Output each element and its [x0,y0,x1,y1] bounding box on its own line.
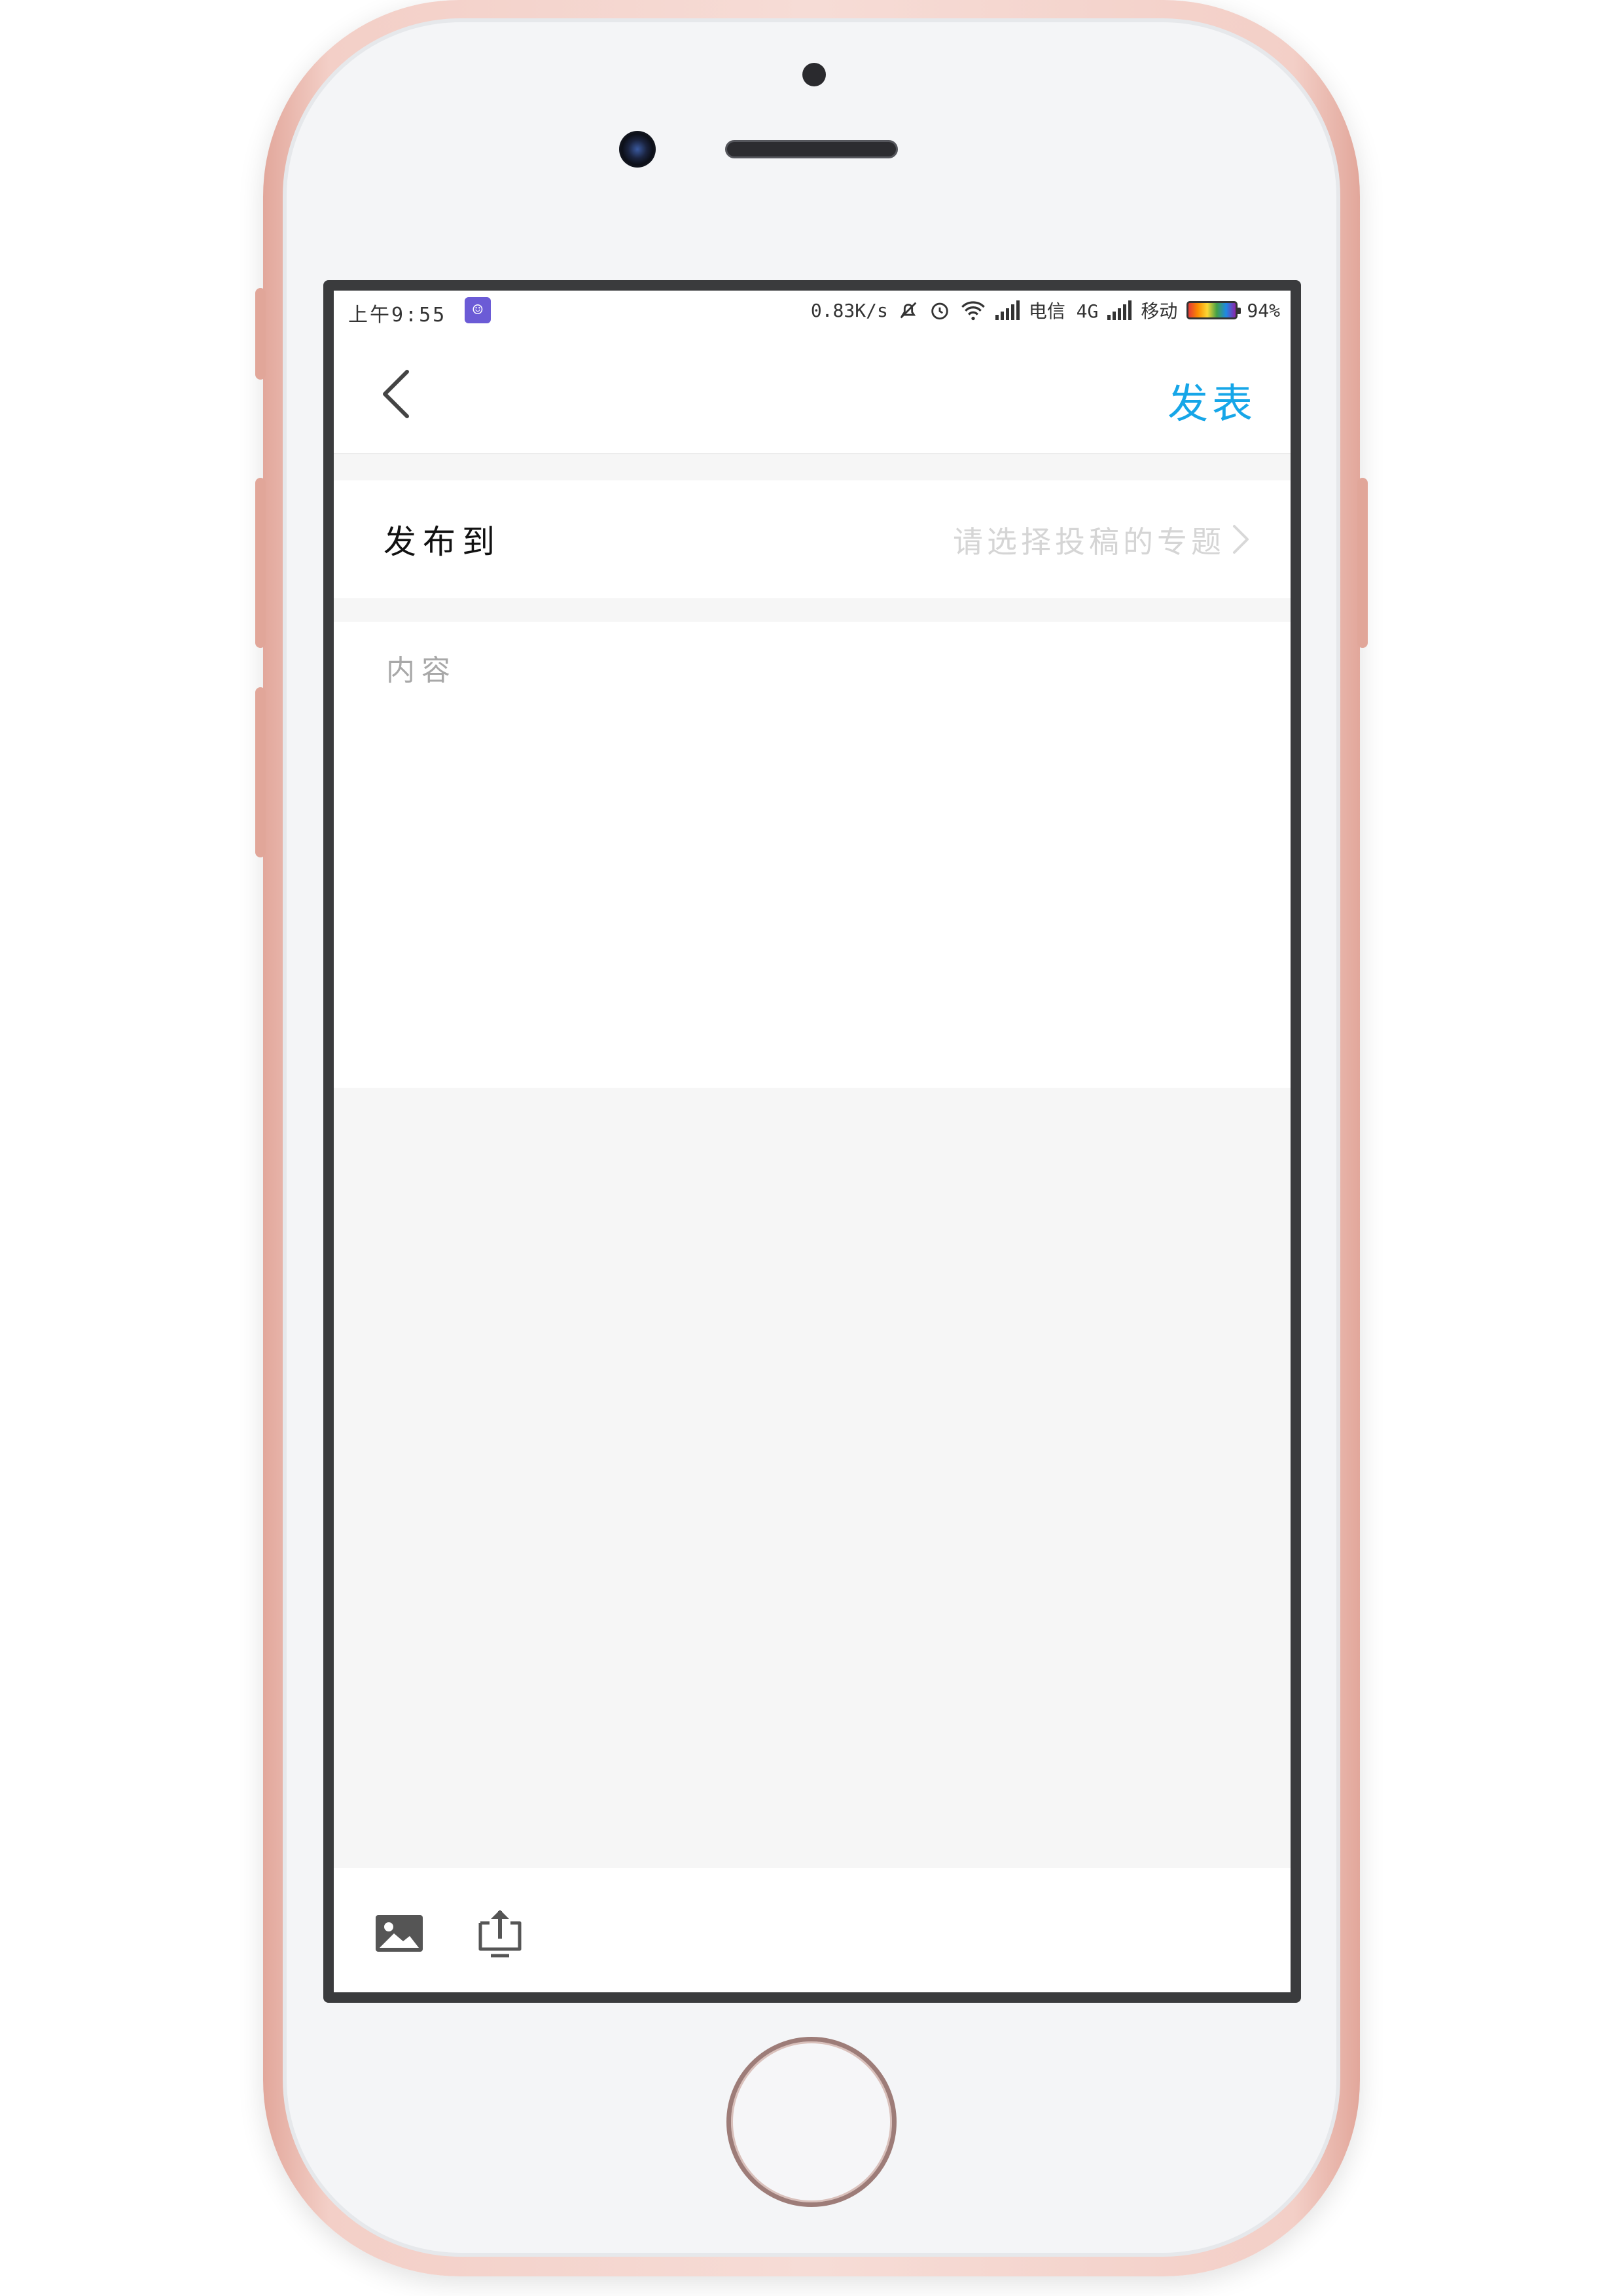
app-screen: 上午9:55 ☺ 0.83K/s 电信 4G 移动 94% 发表 发布到 请选择… [334,291,1291,1992]
battery-percent: 94% [1247,299,1280,321]
signal-icon [995,300,1020,320]
battery-icon [1186,301,1241,319]
mute-switch [255,288,266,380]
proximity-sensor [802,63,826,86]
topic-placeholder: 请选择投稿的专题 [953,524,1225,560]
volume-down-button [255,687,266,857]
status-right: 0.83K/s 电信 4G 移动 94% [811,297,1280,323]
volume-up-button [255,478,266,648]
qq-notification-icon: ☺ [465,297,491,323]
earpiece-speaker [725,140,898,158]
navigation-bar: 发表 [334,329,1291,454]
publish-button[interactable]: 发表 [1168,370,1257,429]
chevron-right-icon [1233,525,1249,554]
publish-to-row[interactable]: 发布到 请选择投稿的专题 [334,480,1291,598]
image-icon[interactable] [373,1907,425,1960]
status-time: 上午9:55 [348,304,447,327]
bell-off-icon [900,302,917,319]
home-button[interactable] [726,2037,897,2207]
net-speed: 0.83K/s [810,299,888,321]
wifi-icon [961,301,985,321]
carrier-2: 移动 [1141,300,1178,322]
power-button [1357,478,1368,648]
carrier-1: 电信 4G [1028,300,1099,322]
chevron-left-icon[interactable] [373,368,419,420]
editor-toolbar [334,1868,1291,1992]
alarm-icon [931,302,948,320]
publish-to-label: 发布到 [383,523,501,561]
status-bar: 上午9:55 ☺ 0.83K/s 电信 4G 移动 94% [334,291,1291,329]
content-editor[interactable]: 内容 [334,622,1291,1088]
signal-icon-2 [1107,300,1132,320]
upload-icon[interactable] [474,1907,526,1960]
content-placeholder: 内容 [386,654,457,687]
front-camera [619,131,656,168]
